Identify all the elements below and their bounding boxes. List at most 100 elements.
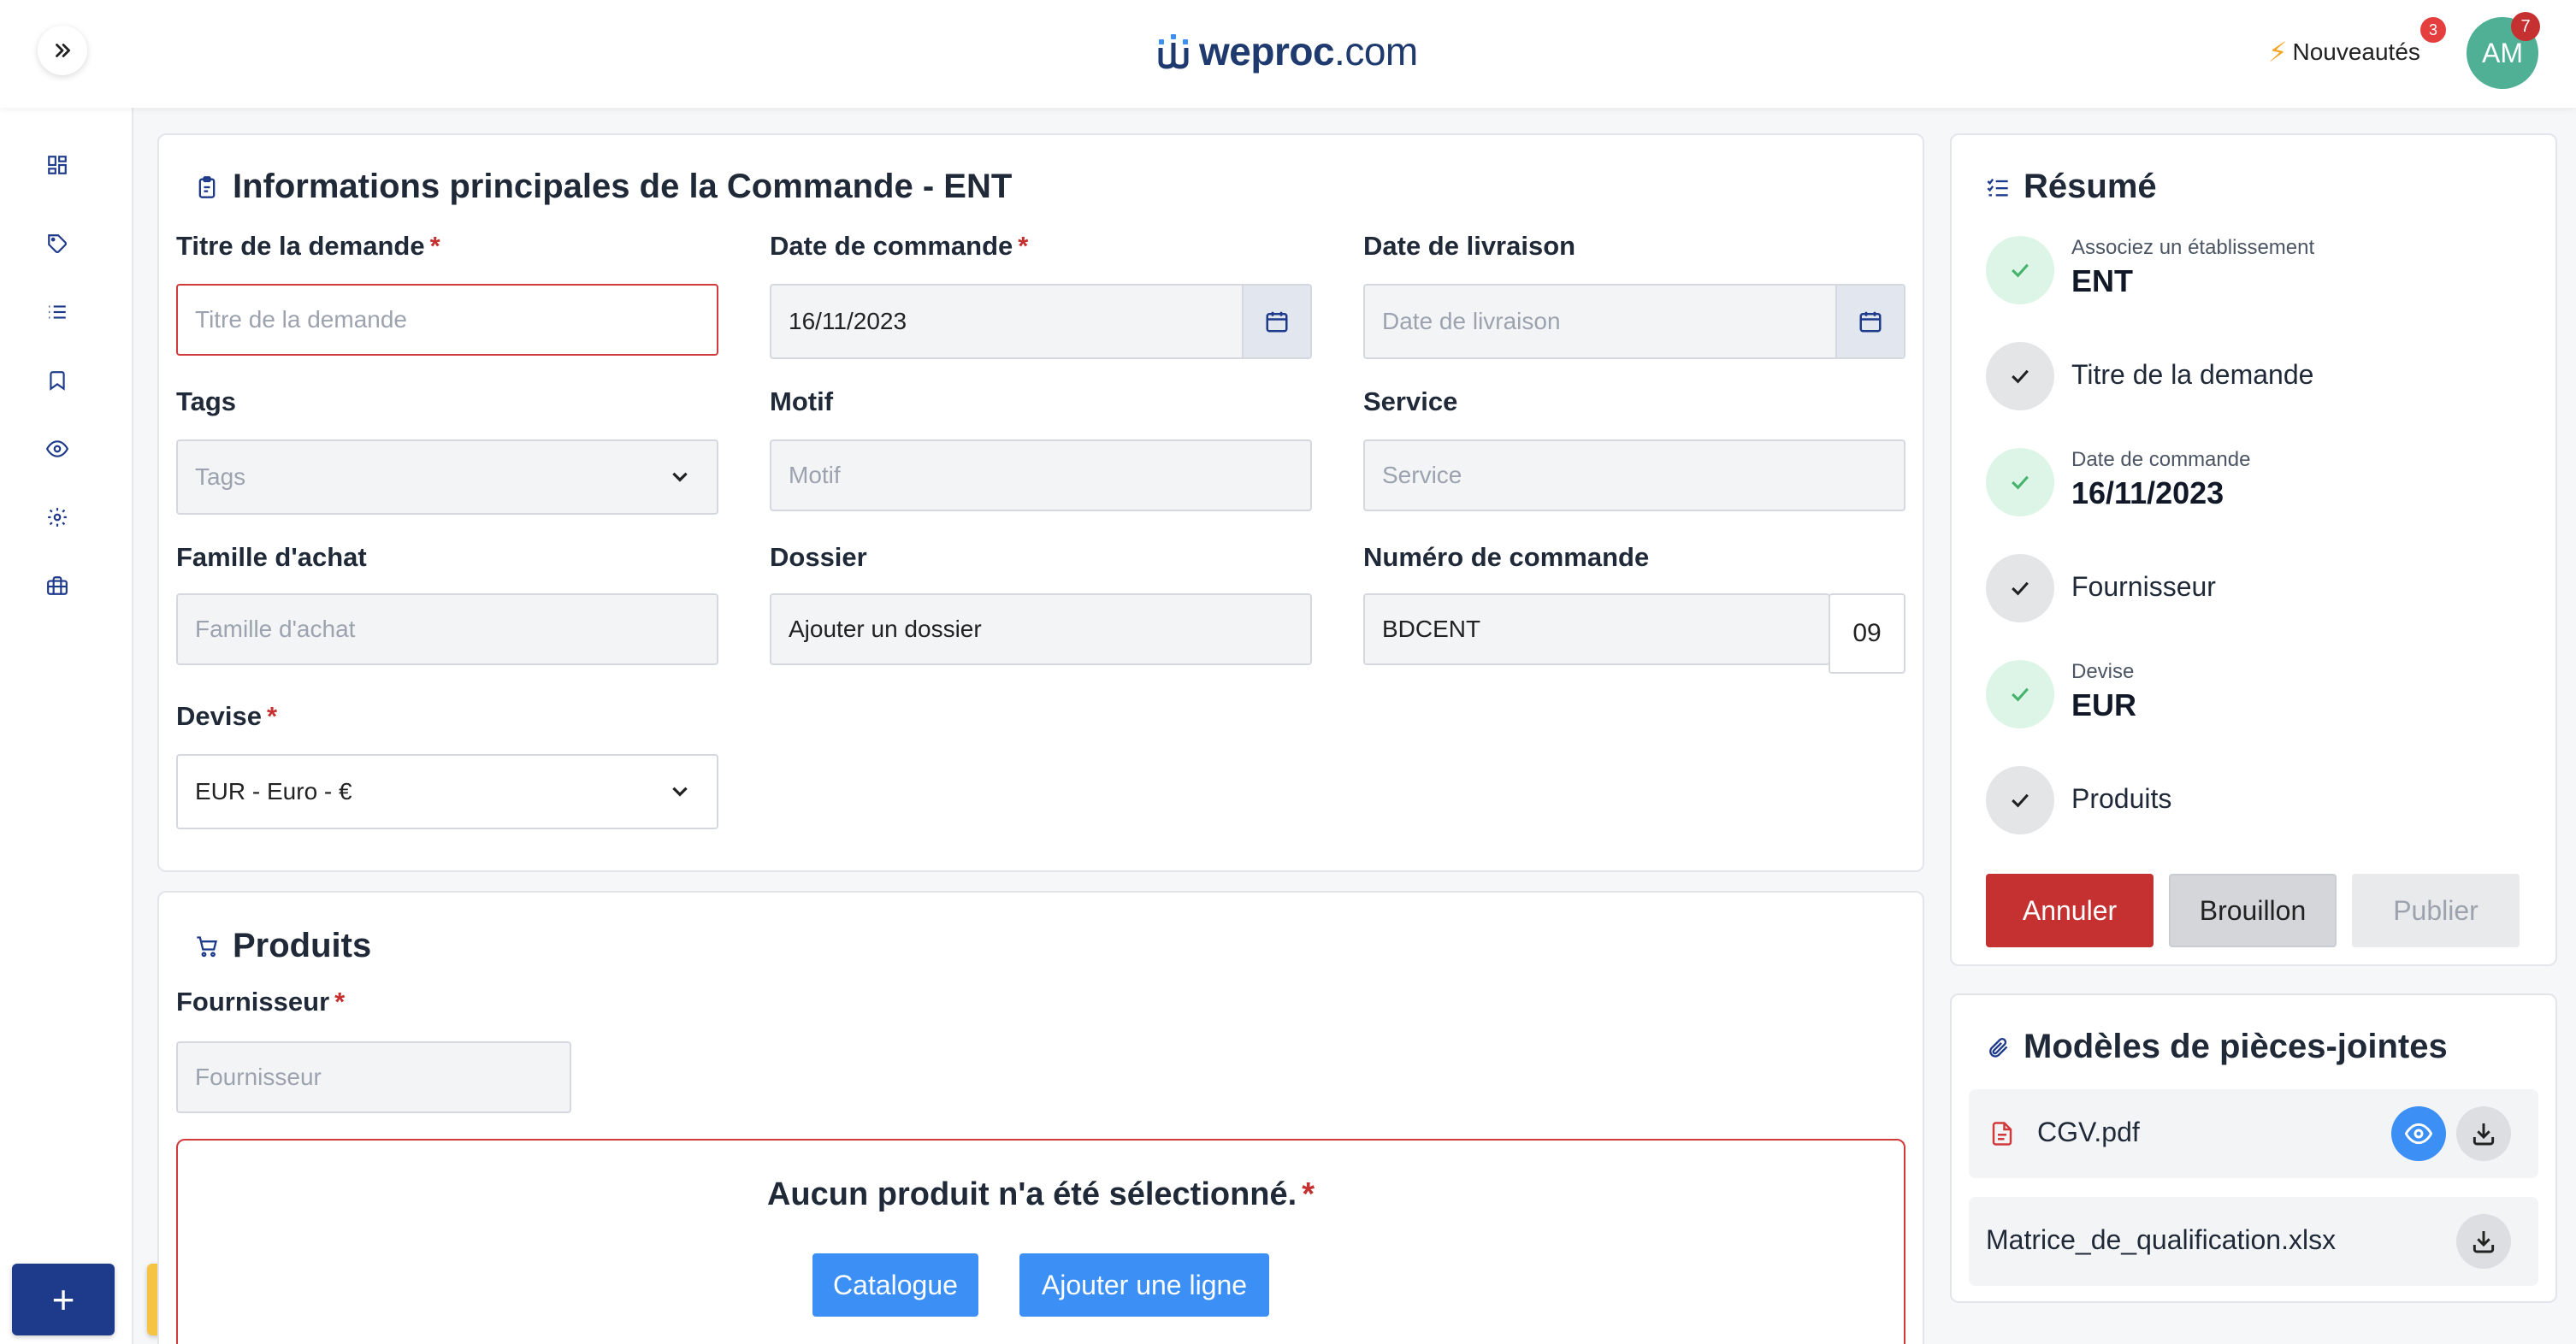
- gear-icon: [48, 508, 67, 527]
- attachment-row: CGV.pdf: [1969, 1089, 2538, 1178]
- supplier-label: Fournisseur *: [176, 987, 346, 1017]
- summary-title: Résumé: [1986, 168, 2157, 206]
- step-title: Titre de la demande: [2071, 359, 2314, 390]
- sidebar-item-tags[interactable]: [44, 231, 70, 256]
- purchase-family-label: Famille d'achat: [176, 542, 367, 572]
- brand-logo[interactable]: weproc.com: [1156, 24, 1418, 79]
- step-status-done: [1986, 448, 2054, 516]
- attachments-title: Modèles de pièces-jointes: [1986, 1028, 2448, 1066]
- news-count-badge: 3: [2420, 17, 2446, 43]
- order-number-input[interactable]: BDCENT: [1363, 593, 1830, 665]
- draft-button[interactable]: Brouillon: [2169, 874, 2337, 947]
- add-button[interactable]: +: [12, 1264, 115, 1335]
- download-icon: [2473, 1231, 2495, 1253]
- notification-count-badge: 7: [2511, 12, 2540, 41]
- news-link[interactable]: ⚡ Nouveautés: [2268, 31, 2420, 74]
- step-order-date-label: Date de commande: [2071, 448, 2251, 471]
- sidebar-item-view[interactable]: [44, 436, 70, 462]
- step-status-todo: [1986, 342, 2054, 410]
- chevron-down-icon: [669, 465, 691, 487]
- expand-sidebar-button[interactable]: [38, 26, 87, 75]
- chevron-down-icon: [669, 780, 691, 802]
- check-icon: [2012, 263, 2029, 278]
- order-date-calendar-button[interactable]: [1242, 286, 1310, 357]
- step-status-done: [1986, 236, 2054, 304]
- supplier-input[interactable]: Fournisseur: [176, 1041, 571, 1113]
- sidebar-item-dashboard[interactable]: [44, 152, 70, 178]
- step-status-todo: [1986, 554, 2054, 622]
- list-icon: [49, 305, 66, 319]
- sidebar-item-suppliers[interactable]: [44, 573, 70, 598]
- step-order-date-value: 16/11/2023: [2071, 475, 2224, 510]
- add-line-button[interactable]: Ajouter une ligne: [1019, 1253, 1269, 1317]
- checklist-icon: [1987, 178, 2008, 196]
- briefcase-icon: [47, 576, 68, 595]
- main-info-title: Informations principales de la Commande …: [195, 168, 1012, 206]
- products-title: Produits: [195, 927, 371, 965]
- attachment-name: CGV.pdf: [2037, 1117, 2140, 1147]
- top-header: weproc.com ⚡ Nouveautés 3 AM 7: [0, 0, 2576, 108]
- step-currency-value: EUR: [2071, 687, 2137, 722]
- brand-name: weproc.com: [1199, 29, 1418, 74]
- paperclip-icon: [1989, 1037, 2008, 1058]
- order-number-label: Numéro de commande: [1363, 542, 1650, 572]
- step-status-done: [1986, 660, 2054, 728]
- sidebar-item-settings[interactable]: [44, 504, 70, 530]
- check-icon: [2012, 793, 2029, 808]
- step-status-todo: [1986, 766, 2054, 834]
- publish-button[interactable]: Publier: [2352, 874, 2520, 947]
- calendar-icon: [1266, 311, 1288, 333]
- delivery-date-label: Date de livraison: [1363, 231, 1576, 261]
- bookmark-icon: [50, 371, 65, 391]
- sidebar-item-bookmarks[interactable]: [44, 368, 70, 393]
- step-establishment-value: ENT: [2071, 263, 2133, 298]
- delivery-date-input[interactable]: Date de livraison: [1363, 284, 1905, 359]
- tags-label: Tags: [176, 386, 237, 416]
- folder-select[interactable]: Ajouter un dossier: [770, 593, 1312, 665]
- title-input[interactable]: Titre de la demande: [176, 284, 718, 356]
- currency-select[interactable]: EUR - Euro - €: [176, 754, 718, 829]
- dashboard-icon: [48, 156, 67, 174]
- eye-icon: [46, 440, 68, 457]
- cart-icon: [197, 935, 217, 957]
- delivery-date-calendar-button[interactable]: [1835, 286, 1904, 357]
- step-supplier: Fournisseur: [2071, 571, 2216, 602]
- catalogue-button[interactable]: Catalogue: [812, 1253, 978, 1317]
- check-icon: [2012, 687, 2029, 702]
- calendar-icon: [1859, 311, 1882, 333]
- service-input[interactable]: Service: [1363, 439, 1905, 511]
- folder-label: Dossier: [770, 542, 867, 572]
- check-icon: [2012, 581, 2029, 596]
- pdf-file-icon: [1992, 1122, 2012, 1146]
- download-icon: [2473, 1123, 2495, 1146]
- news-label: Nouveautés: [2292, 38, 2420, 65]
- order-number-suffix: 09: [1829, 593, 1905, 674]
- sidebar: [0, 108, 133, 1344]
- double-chevron-right-icon: [56, 44, 70, 57]
- currency-label: Devise *: [176, 701, 278, 731]
- cancel-button[interactable]: Annuler: [1986, 874, 2154, 947]
- no-product-message: Aucun produit n'a été sélectionné. *: [766, 1176, 1315, 1212]
- step-currency-label: Devise: [2071, 660, 2135, 683]
- tags-select[interactable]: Tags: [176, 439, 718, 515]
- sidebar-item-list[interactable]: [44, 299, 70, 325]
- preview-button[interactable]: [2391, 1106, 2446, 1161]
- lightning-icon: ⚡: [2268, 37, 2288, 68]
- step-products: Produits: [2071, 783, 2172, 814]
- weproc-logo-icon: [1158, 34, 1189, 69]
- download-button[interactable]: [2456, 1214, 2511, 1269]
- attachment-row: Matrice_de_qualification.xlsx: [1969, 1197, 2538, 1286]
- title-label: Titre de la demande *: [176, 231, 440, 261]
- motif-input[interactable]: Motif: [770, 439, 1312, 511]
- eye-icon: [2405, 1123, 2432, 1145]
- attachment-name: Matrice_de_qualification.xlsx: [1986, 1224, 2337, 1255]
- clipboard-icon: [198, 175, 216, 198]
- order-date-input[interactable]: 16/11/2023: [770, 284, 1312, 359]
- check-icon: [2012, 369, 2029, 384]
- service-label: Service: [1363, 386, 1458, 416]
- motif-label: Motif: [770, 386, 834, 416]
- tag-icon: [48, 234, 67, 253]
- purchase-family-input[interactable]: Famille d'achat: [176, 593, 718, 665]
- download-button[interactable]: [2456, 1106, 2511, 1161]
- step-establishment-label: Associez un établissement: [2071, 236, 2315, 259]
